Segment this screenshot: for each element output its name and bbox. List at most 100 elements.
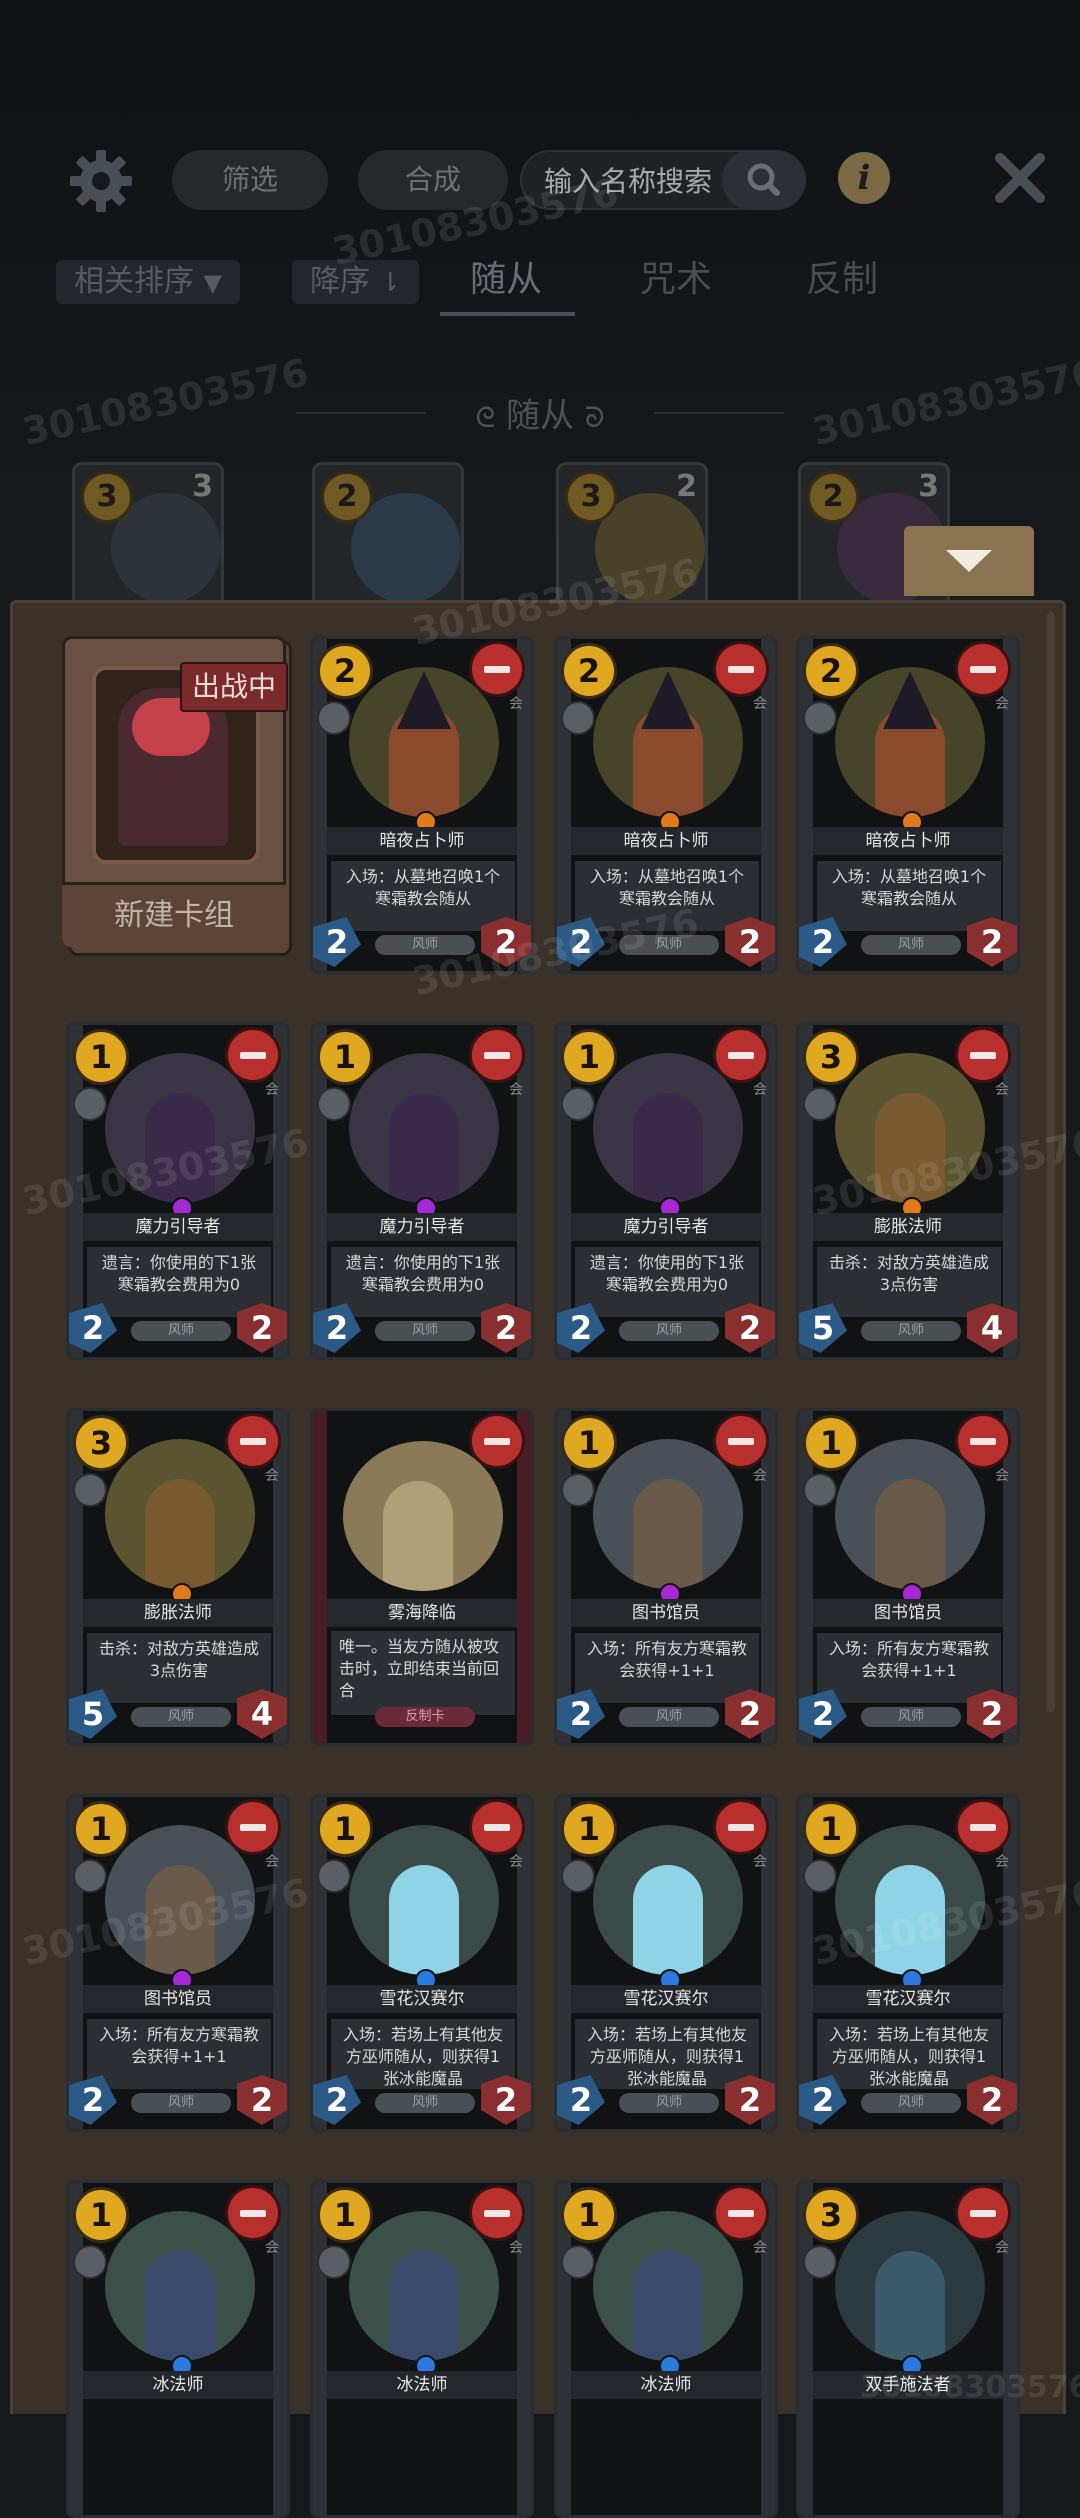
deck-card[interactable]: 1 会雪花汉赛尔 入场：若场上有其他友方巫师随从，则获得1张冰能魔晶 2 2 风师 — [310, 1794, 534, 2132]
card-rarity-mark: 会 — [995, 1854, 1009, 1870]
deck-card[interactable]: 1 会图书馆员 入场：所有友方寒霜教会获得+1+1 2 2 风师 — [796, 1408, 1020, 1746]
card-type: 风师 — [131, 2093, 231, 2113]
card-cost: 2 — [321, 471, 373, 523]
remove-card-button[interactable] — [955, 1799, 1011, 1855]
deck-card[interactable]: 1 会魔力引导者 遗言：你使用的下1张寒霜教会费用为0 2 2 风师 — [66, 1022, 290, 1360]
remove-card-button[interactable] — [713, 1799, 769, 1855]
card-name: 膨胀法师 — [83, 1599, 273, 1627]
remove-card-button[interactable] — [469, 1413, 525, 1469]
tab-counter[interactable]: 反制 — [806, 250, 878, 302]
deck-card[interactable]: 1 会图书馆员 入场：所有友方寒霜教会获得+1+1 2 2 风师 — [554, 1408, 778, 1746]
card-figure — [875, 1479, 945, 1589]
card-art — [835, 667, 985, 817]
card-frame-right — [1003, 1025, 1017, 1357]
tab-minion[interactable]: 随从 — [470, 250, 542, 302]
card-figure — [389, 1093, 459, 1203]
remove-card-button[interactable] — [469, 1027, 525, 1083]
collection-card[interactable]: 3 3 — [72, 462, 224, 605]
deck-card[interactable]: 2 会暗夜占卜师 入场：从墓地召唤1个寒霜教会随从 2 2 风师 — [554, 636, 778, 974]
card-description: 击杀：对敌方英雄造成3点伤害 — [817, 1247, 1001, 1317]
card-figure — [145, 1479, 215, 1589]
remove-card-button[interactable] — [469, 2185, 525, 2241]
card-figure — [633, 1865, 703, 1975]
close-icon[interactable] — [990, 148, 1050, 208]
card-figure — [383, 1481, 453, 1591]
card-art — [593, 1053, 743, 1203]
card-frame-right — [517, 1797, 531, 2129]
card-description: 入场：所有友方寒霜教会获得+1+1 — [575, 1633, 759, 1703]
deck-card[interactable]: 2 会暗夜占卜师 入场：从墓地召唤1个寒霜教会随从 2 2 风师 — [796, 636, 1020, 974]
card-rarity-mark: 会 — [753, 696, 767, 712]
new-deck-slot[interactable]: 出战中 新建卡组 — [62, 636, 292, 956]
tab-spell[interactable]: 咒术 — [640, 250, 712, 302]
deck-card[interactable]: 3 会膨胀法师 击杀：对敌方英雄造成3点伤害 5 4 风师 — [796, 1022, 1020, 1360]
deck-card[interactable]: 1 会冰法师 — [66, 2180, 290, 2518]
deck-card[interactable]: 1 会冰法师 — [554, 2180, 778, 2518]
remove-card-button[interactable] — [469, 641, 525, 697]
sort-dropdown[interactable]: 相关排序 ▼ — [56, 260, 241, 304]
remove-card-button[interactable] — [225, 1799, 281, 1855]
school-icon — [803, 701, 837, 735]
card-name: 暗夜占卜师 — [327, 827, 517, 855]
card-art — [105, 2211, 255, 2361]
craft-button[interactable]: 合成 — [358, 150, 508, 210]
card-name: 雪花汉赛尔 — [571, 1985, 761, 2013]
card-description: 唯一。当友方随从被攻击时，立即结束当前回合 — [331, 1631, 515, 1715]
card-frame-right — [273, 2183, 287, 2515]
deck-card[interactable]: 3 会双手施法者 — [796, 2180, 1020, 2518]
card-art — [105, 1439, 255, 1589]
remove-card-button[interactable] — [225, 2185, 281, 2241]
collection-card[interactable]: 3 2 — [556, 462, 708, 605]
deck-card[interactable]: 1 会魔力引导者 遗言：你使用的下1张寒霜教会费用为0 2 2 风师 — [310, 1022, 534, 1360]
deck-card[interactable]: 1 会冰法师 — [310, 2180, 534, 2518]
collection-card[interactable]: 2 — [312, 462, 464, 605]
card-count: 2 — [676, 469, 697, 504]
card-name: 膨胀法师 — [813, 1213, 1003, 1241]
remove-card-button[interactable] — [955, 1027, 1011, 1083]
card-cost: 1 — [561, 2187, 617, 2243]
card-rarity-mark: 会 — [509, 1854, 523, 1870]
school-icon — [73, 1859, 107, 1893]
card-rarity-mark: 会 — [753, 1468, 767, 1484]
remove-card-button[interactable] — [225, 1413, 281, 1469]
scrollbar[interactable] — [1047, 612, 1055, 1712]
deck-card[interactable]: 1 会图书馆员 入场：所有友方寒霜教会获得+1+1 2 2 风师 — [66, 1794, 290, 2132]
deck-card[interactable]: 1 会雪花汉赛尔 入场：若场上有其他友方巫师随从，则获得1张冰能魔晶 2 2 风师 — [554, 1794, 778, 2132]
remove-card-button[interactable] — [713, 1027, 769, 1083]
deck-card[interactable]: 1 会雪花汉赛尔 入场：若场上有其他友方巫师随从，则获得1张冰能魔晶 2 2 风师 — [796, 1794, 1020, 2132]
remove-card-button[interactable] — [713, 1413, 769, 1469]
remove-card-button[interactable] — [955, 1413, 1011, 1469]
collapse-panel-button[interactable] — [904, 526, 1034, 596]
card-figure — [145, 1093, 215, 1203]
card-name: 冰法师 — [83, 2371, 273, 2399]
filter-button[interactable]: 筛选 — [172, 150, 328, 210]
remove-card-button[interactable] — [955, 641, 1011, 697]
deck-card[interactable]: 雾海降临 唯一。当友方随从被攻击时，立即结束当前回合 反制卡 — [310, 1408, 534, 1746]
card-rarity-mark: 会 — [995, 1082, 1009, 1098]
school-icon — [561, 2245, 595, 2279]
remove-card-button[interactable] — [955, 2185, 1011, 2241]
settings-gear-icon[interactable] — [68, 148, 134, 214]
remove-card-button[interactable] — [469, 1799, 525, 1855]
card-frame-right — [761, 1411, 775, 1743]
deck-card[interactable]: 1 会魔力引导者 遗言：你使用的下1张寒霜教会费用为0 2 2 风师 — [554, 1022, 778, 1360]
search-button[interactable] — [722, 150, 806, 210]
remove-card-button[interactable] — [225, 1027, 281, 1083]
card-frame-right — [273, 1411, 287, 1743]
card-name: 图书馆员 — [83, 1985, 273, 2013]
deck-card[interactable]: 3 会膨胀法师 击杀：对敌方英雄造成3点伤害 5 4 风师 — [66, 1408, 290, 1746]
card-frame-right — [517, 639, 531, 971]
card-frame-right — [761, 639, 775, 971]
card-name: 双手施法者 — [813, 2371, 1003, 2399]
remove-card-button[interactable] — [713, 2185, 769, 2241]
remove-card-button[interactable] — [713, 641, 769, 697]
card-frame-right — [1003, 2183, 1017, 2515]
witch-hat-icon — [883, 671, 937, 729]
order-toggle[interactable]: 降序 ⇂ — [292, 260, 420, 304]
school-icon — [803, 2245, 837, 2279]
card-art — [593, 2211, 743, 2361]
info-button[interactable]: i — [838, 152, 890, 204]
card-art — [349, 1053, 499, 1203]
card-art — [349, 2211, 499, 2361]
deck-card[interactable]: 2 会暗夜占卜师 入场：从墓地召唤1个寒霜教会随从 2 2 风师 — [310, 636, 534, 974]
